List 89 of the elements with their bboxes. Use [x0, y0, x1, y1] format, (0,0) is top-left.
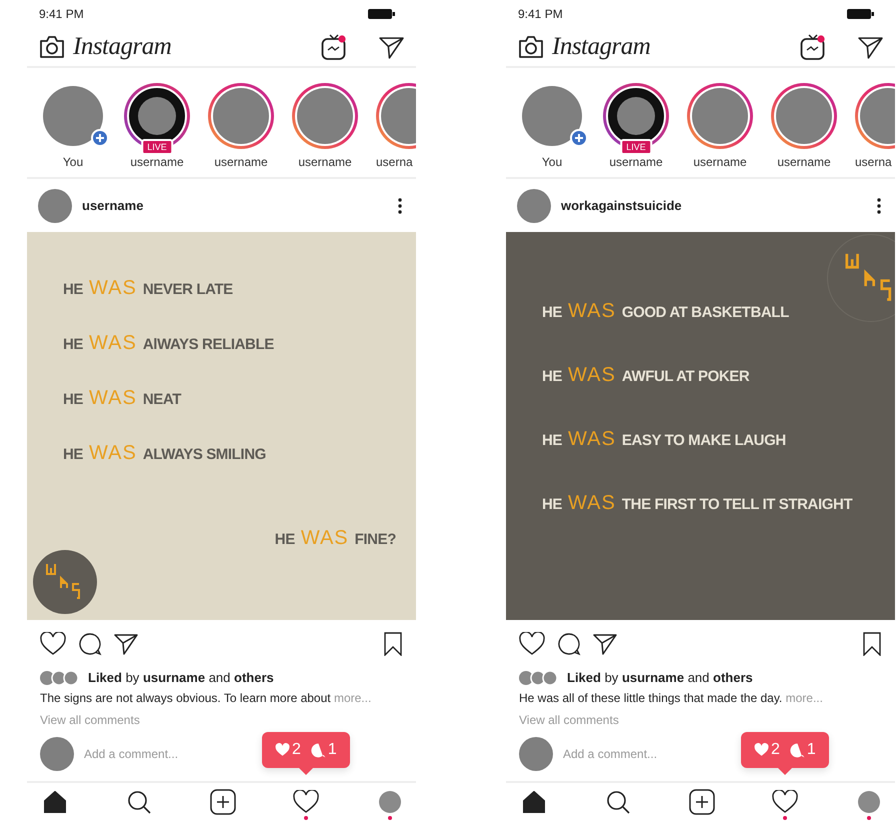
send-icon [858, 34, 883, 60]
view-comments-link[interactable]: View all comments [40, 713, 140, 727]
likes-count: 2 [292, 741, 301, 759]
poster-text: AWFUL AT POKER [622, 368, 750, 385]
poster-text: FINE? [354, 531, 396, 548]
story-username: userna [376, 155, 413, 169]
comments-count: 1 [806, 741, 816, 759]
poster-highlight: WAS [568, 492, 616, 515]
poster-text: HE [542, 368, 562, 385]
poster-highlight: WAS [568, 300, 616, 323]
more-link[interactable]: more... [786, 691, 823, 705]
poster-text: HE [542, 304, 562, 321]
likes-text: Liked by usurname and others [567, 670, 753, 685]
poster-text: HE [274, 531, 295, 548]
likes-text: Liked by usurname and others [88, 670, 274, 685]
poster-text: NEVER LATE [142, 281, 233, 298]
tv-icon[interactable] [800, 33, 826, 61]
user-avatar[interactable] [517, 188, 551, 222]
heart-icon [754, 743, 769, 757]
user-avatar[interactable] [38, 188, 72, 222]
bookmark-icon[interactable] [863, 632, 881, 656]
poster-highlight: WAS [568, 428, 616, 451]
live-badge: LIVE [620, 139, 652, 155]
liker-avatars [519, 670, 557, 684]
send-icon [114, 632, 138, 656]
story-username: userna [855, 155, 892, 169]
poster-text: AlWAYS RELIABLE [142, 336, 274, 353]
tv-icon[interactable] [321, 33, 347, 61]
more-link[interactable]: more... [334, 691, 372, 705]
poster-highlight: WAS [89, 442, 137, 465]
comment-icon[interactable] [78, 632, 102, 656]
live-badge: LIVE [141, 139, 173, 155]
poster-text: NEAT [142, 391, 181, 408]
battery-icon [847, 9, 874, 19]
bookmark-icon[interactable] [384, 632, 402, 656]
comment-icon [310, 742, 326, 758]
poster-text: HE [63, 446, 84, 463]
heart-icon [275, 743, 290, 757]
heart-icon [519, 632, 545, 656]
camera-icon[interactable] [39, 35, 65, 59]
poster-highlight: WAS [568, 364, 616, 387]
liker-avatars [40, 670, 78, 684]
comment-field[interactable]: Add a comment... [84, 747, 254, 761]
poster-text: HE [63, 336, 84, 353]
camera-icon[interactable] [518, 35, 544, 59]
poster-text: THE FIRST TO TELL IT STRAIGHT [622, 496, 852, 513]
heart-icon [40, 632, 66, 656]
app-logo: Instagram [552, 33, 650, 61]
more-icon[interactable] [877, 198, 881, 214]
story-username: You [62, 155, 84, 169]
poster-highlight: WAS [89, 387, 137, 410]
poster-text: ALWAYS SMILING [142, 446, 266, 463]
story-username: username [213, 155, 269, 169]
poster-text: HE [542, 496, 562, 513]
poster-text: HE [63, 391, 84, 408]
story-username: username [692, 155, 748, 169]
post-username[interactable]: username [82, 198, 388, 213]
view-comments-link[interactable]: View all comments [519, 713, 619, 727]
story-username: username [776, 155, 832, 169]
user-avatar [519, 737, 553, 771]
story-username: username [297, 155, 353, 169]
battery-icon [368, 9, 395, 19]
status-time: 9:41 PM [39, 7, 84, 21]
user-avatar [40, 737, 74, 771]
story-username: username [129, 155, 185, 169]
poster-highlight: WAS [89, 332, 137, 355]
poster-text: HE [542, 432, 562, 449]
add-story-icon[interactable] [91, 129, 109, 147]
comment-icon [790, 742, 805, 758]
send-icon [593, 632, 617, 656]
add-story-icon[interactable] [570, 129, 588, 147]
poster-highlight: WAS [300, 527, 349, 550]
story-username: username [608, 155, 664, 169]
comment-field[interactable]: Add a comment... [563, 747, 733, 761]
likes-count: 2 [771, 741, 780, 759]
comment-icon[interactable] [557, 632, 581, 656]
app-logo: Instagram [73, 33, 172, 61]
poster-text: HE [63, 281, 84, 298]
more-icon[interactable] [398, 198, 402, 214]
post-caption: He was all of these little things that made the day. more... [518, 690, 824, 707]
poster-highlight: WAS [89, 277, 137, 300]
story-username: You [540, 155, 564, 169]
poster-text: GOOD AT BASKETBALL [622, 304, 789, 321]
post-caption: The signs are not always obvious. To learn more about more... [39, 690, 372, 707]
poster-text: EASY TO MAKE LAUGH [622, 432, 786, 449]
post-username[interactable]: workagainstsuicide [561, 198, 867, 213]
comments-count: 1 [328, 741, 337, 759]
send-icon [379, 34, 404, 60]
status-time: 9:41 PM [518, 7, 563, 21]
